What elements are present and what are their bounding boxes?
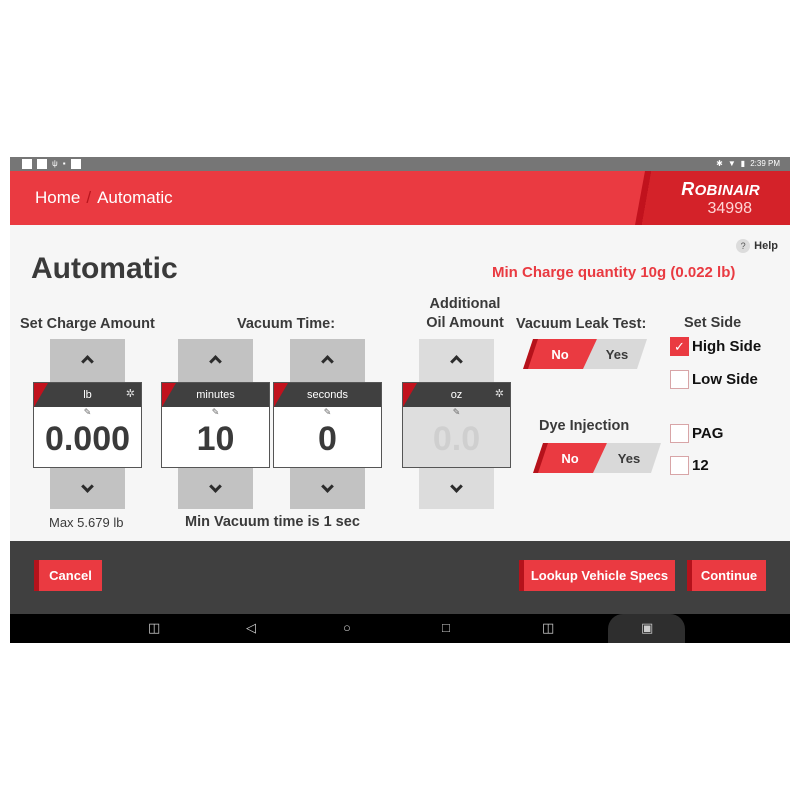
chevron-down-icon — [450, 480, 463, 493]
breadcrumb-current: Automatic — [97, 188, 173, 207]
wifi-icon: ▼ — [727, 159, 736, 168]
brand-logo: ROBINAIR — [681, 179, 760, 199]
oil-increment-button[interactable] — [419, 339, 494, 379]
app-header: Home / Automatic ROBINAIR 34998 — [10, 171, 790, 225]
action-footer: Cancel Lookup Vehicle Specs Continue — [10, 541, 790, 614]
flag-decoration — [403, 383, 417, 407]
min-charge-warning: Min Charge quantity 10g (0.022 lb) — [492, 264, 736, 281]
notification-icon — [22, 159, 32, 169]
breadcrumb: Home / Automatic — [35, 188, 173, 208]
seconds-increment-button[interactable] — [290, 339, 365, 379]
dye-injection-toggle: No Yes — [533, 443, 661, 473]
high-side-checkbox[interactable]: ✓ High Side — [670, 337, 761, 356]
minutes-unit: minutes — [196, 389, 235, 401]
charge-unit-header: lb ✲ — [34, 383, 141, 407]
seconds-field[interactable]: seconds ✎ 0 — [273, 382, 382, 468]
chevron-down-icon — [321, 480, 334, 493]
notification-icon — [37, 159, 47, 169]
charge-label: Set Charge Amount — [20, 316, 155, 332]
charge-max-note: Max 5.679 lb — [49, 515, 124, 530]
pencil-icon: ✎ — [452, 407, 461, 417]
charge-unit: lb — [83, 389, 92, 401]
help-icon: ? — [736, 239, 751, 253]
screenshot-icon[interactable]: ▣ — [641, 620, 653, 636]
continue-button[interactable]: Continue — [687, 560, 766, 591]
seconds-decrement-button[interactable] — [290, 469, 365, 509]
recents-icon[interactable]: □ — [442, 620, 450, 636]
lookup-vehicle-specs-button[interactable]: Lookup Vehicle Specs — [519, 560, 675, 591]
gear-icon[interactable]: ✲ — [126, 387, 135, 400]
charge-amount-field[interactable]: lb ✲ ✎ 0.000 — [33, 382, 142, 468]
battery-icon: ▮ — [740, 159, 746, 168]
help-button[interactable]: ? Help — [736, 239, 778, 253]
charge-value: 0.000 — [44, 420, 131, 458]
chevron-up-icon — [81, 355, 94, 368]
seconds-unit-header: seconds — [274, 383, 381, 407]
image-icon: ▪ — [62, 159, 66, 168]
oil-amount-field[interactable]: oz ✲ ✎ 0.0 — [402, 382, 511, 468]
oil-unit: oz — [450, 389, 463, 401]
minutes-field[interactable]: minutes ✎ 10 — [161, 382, 270, 468]
flag-decoration — [34, 383, 48, 407]
minutes-value: 10 — [196, 420, 235, 458]
chevron-up-icon — [321, 355, 334, 368]
tablet-screen: ψ ▪ ✱ ▼ ▮ 2:39 PM Home / Automatic ROBIN… — [10, 157, 790, 643]
check-icon: ✓ — [674, 338, 685, 354]
navigation-bar: ◫ ◁ ○ □ ◫ ▣ — [10, 614, 790, 643]
pencil-icon: ✎ — [323, 407, 332, 417]
minutes-decrement-button[interactable] — [178, 469, 253, 509]
bluetooth-icon: ✱ — [716, 159, 723, 168]
oil-unit-header: oz ✲ — [403, 383, 510, 407]
usb-icon: ψ — [52, 159, 58, 168]
volume-down-icon[interactable]: ◫ — [148, 620, 160, 636]
gear-icon[interactable]: ✲ — [495, 387, 504, 400]
minutes-increment-button[interactable] — [178, 339, 253, 379]
cancel-button[interactable]: Cancel — [34, 560, 102, 591]
help-label: Help — [754, 240, 778, 252]
pag-checkbox[interactable]: PAG — [670, 424, 723, 443]
seconds-value: 0 — [318, 420, 337, 458]
charge-decrement-button[interactable] — [50, 469, 125, 509]
chevron-up-icon — [450, 355, 463, 368]
breadcrumb-home[interactable]: Home — [35, 188, 80, 208]
dye-injection-label: Dye Injection — [539, 418, 630, 434]
vacuum-time-label: Vacuum Time: — [237, 316, 336, 332]
minutes-unit-header: minutes — [162, 383, 269, 407]
checkbox-unchecked — [670, 370, 689, 389]
notification-icon — [70, 159, 81, 169]
flag-decoration — [274, 383, 288, 407]
brand-panel: ROBINAIR 34998 — [635, 171, 790, 225]
clock: 2:39 PM — [750, 159, 780, 168]
charge-increment-button[interactable] — [50, 339, 125, 379]
checkbox-checked: ✓ — [670, 337, 689, 356]
seconds-unit: seconds — [307, 389, 348, 401]
checkbox-unchecked — [670, 456, 689, 475]
set-side-label: Set Side — [684, 315, 742, 331]
oil-decrement-button[interactable] — [419, 469, 494, 509]
oil-amount-label: Additional Oil Amount — [426, 296, 504, 331]
model-number: 34998 — [707, 200, 753, 217]
back-icon[interactable]: ◁ — [246, 620, 256, 636]
page-title: Automatic — [31, 252, 178, 285]
volume-up-icon[interactable]: ◫ — [542, 620, 554, 636]
oil-12-checkbox[interactable]: 12 — [670, 456, 709, 475]
vacuum-leak-test-toggle: No Yes — [523, 339, 647, 369]
pencil-icon: ✎ — [83, 407, 92, 417]
home-icon[interactable]: ○ — [343, 620, 351, 636]
breadcrumb-separator: / — [86, 188, 92, 207]
vacuum-min-note: Min Vacuum time is 1 sec — [185, 514, 360, 530]
chevron-up-icon — [209, 355, 222, 368]
status-bar: ψ ▪ ✱ ▼ ▮ 2:39 PM — [10, 157, 790, 171]
pencil-icon: ✎ — [211, 407, 220, 417]
checkbox-unchecked — [670, 424, 689, 443]
oil-value: 0.0 — [432, 420, 481, 458]
flag-decoration — [162, 383, 176, 407]
chevron-down-icon — [81, 480, 94, 493]
vacuum-leak-test-label: Vacuum Leak Test: — [516, 316, 647, 332]
chevron-down-icon — [209, 480, 222, 493]
low-side-checkbox[interactable]: Low Side — [670, 370, 758, 389]
